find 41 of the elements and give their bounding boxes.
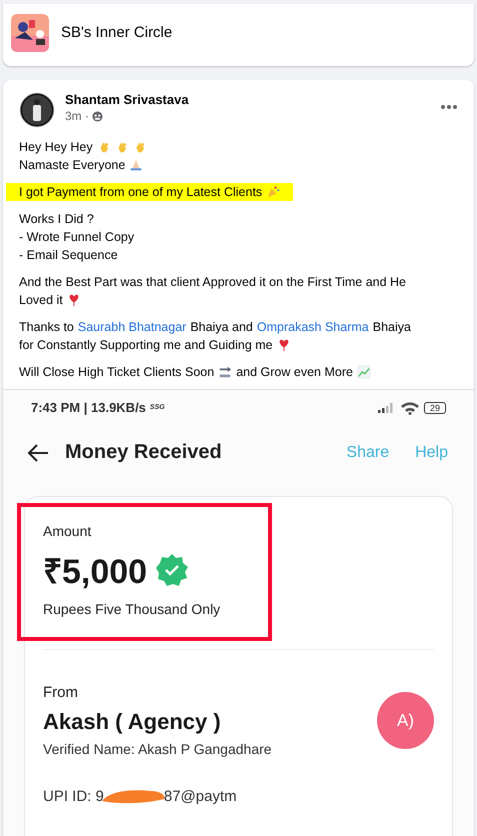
post-text: Loved it — [19, 292, 63, 309]
post-text: Bhaiya — [372, 319, 411, 336]
amount-in-words: Rupees Five Thousand Only — [43, 601, 222, 617]
post-text: I got Payment from one of my Latest Clients — [19, 184, 262, 201]
chart-increasing-icon — [356, 365, 371, 379]
from-label: From — [43, 684, 79, 701]
profile-link[interactable]: Omprakash Sharma — [256, 318, 369, 336]
status-time: 7:43 PM | 13.9KB/s — [31, 400, 146, 415]
heart-icon — [66, 293, 81, 307]
sender-avatar: A) — [377, 692, 434, 749]
party-popper-icon — [266, 185, 280, 199]
screen-title: Money Received — [65, 441, 223, 464]
author-name[interactable]: Shantam Srivastava — [65, 92, 430, 107]
post-text: and Grow even More — [236, 364, 353, 381]
battery-indicator: 29 — [424, 402, 446, 414]
post-text: for Constantly Supporting me and Guiding me — [19, 337, 273, 354]
amount-label: Amount — [43, 523, 92, 539]
upi-id-text: UPI ID: 9 — [43, 788, 104, 804]
amount-value: ₹5,000 — [43, 552, 148, 593]
post-text: Works I Did ? — [19, 211, 94, 228]
post-text: Will Close High Ticket Clients Soon — [19, 364, 214, 381]
post-text: - Wrote Funnel Copy — [19, 229, 134, 246]
post-text: And the Best Part was that client Approved it on the First Time and He — [19, 274, 406, 291]
post-text: Hey Hey Hey — [19, 139, 93, 156]
group-title[interactable]: SB's Inner Circle — [61, 24, 172, 41]
wifi-icon — [400, 400, 420, 414]
upi-id-text: 87@paytm — [164, 788, 237, 804]
verified-name: Verified Name: Akash P Gangadhare — [43, 741, 273, 757]
praying-hands-icon — [129, 158, 144, 172]
post-text: Thanks to — [19, 319, 74, 336]
post-time[interactable]: 3m · — [65, 109, 89, 123]
post-text: Namaste Everyone — [19, 157, 126, 174]
post-text: Bhaiya and — [190, 319, 253, 336]
author-avatar[interactable] — [19, 92, 55, 128]
heart-icon — [276, 338, 291, 352]
soon-arrow-icon — [218, 365, 232, 379]
back-arrow-icon[interactable] — [27, 444, 49, 462]
post-text: - Email Sequence — [19, 247, 118, 264]
profile-link[interactable]: Saurabh Bhatnagar — [78, 318, 186, 336]
sender-name: Akash ( Agency ) — [43, 709, 222, 735]
more-options-icon[interactable] — [440, 104, 458, 110]
